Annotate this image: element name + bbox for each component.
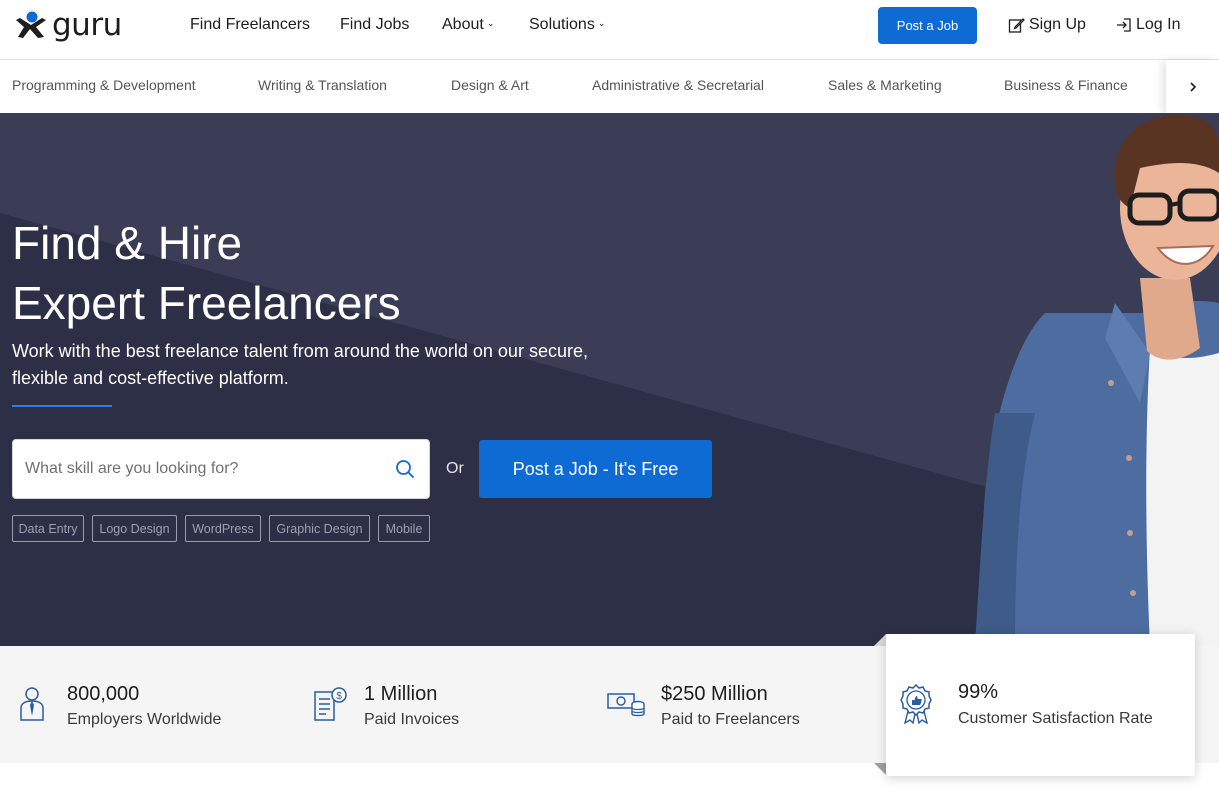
sign-up-label: Sign Up bbox=[1029, 16, 1086, 33]
skill-search-box bbox=[12, 439, 430, 499]
tag-data-entry[interactable]: Data Entry bbox=[12, 515, 84, 542]
post-job-free-button[interactable]: Post a Job - It's Free bbox=[479, 440, 712, 498]
top-navigation: guru Find Freelancers Find Jobs About ⌄ … bbox=[0, 0, 1219, 60]
stat-value: 800,000 bbox=[67, 683, 140, 705]
stat-value: $250 Million bbox=[661, 683, 768, 705]
category-next-button[interactable] bbox=[1166, 60, 1219, 113]
category-sales-marketing[interactable]: Sales & Marketing bbox=[828, 77, 942, 93]
category-programming-development[interactable]: Programming & Development bbox=[12, 77, 196, 93]
guru-logo[interactable]: guru bbox=[12, 9, 122, 41]
stat-satisfaction-card: 99% Customer Satisfaction Rate bbox=[886, 634, 1195, 776]
tag-mobile[interactable]: Mobile bbox=[378, 515, 430, 542]
chevron-down-icon: ⌄ bbox=[597, 18, 606, 28]
tag-logo-design[interactable]: Logo Design bbox=[92, 515, 177, 542]
svg-text:$: $ bbox=[336, 691, 342, 702]
search-icon[interactable] bbox=[395, 459, 415, 479]
category-writing-translation[interactable]: Writing & Translation bbox=[258, 77, 387, 93]
category-business-finance[interactable]: Business & Finance bbox=[1004, 77, 1128, 93]
stat-label: Paid to Freelancers bbox=[661, 711, 800, 728]
card-corner-decoration bbox=[874, 763, 886, 775]
sign-up-link[interactable]: Sign Up bbox=[1008, 16, 1086, 34]
card-corner-decoration bbox=[874, 634, 886, 646]
nav-link-label: Find Jobs bbox=[340, 16, 410, 33]
award-badge-icon bbox=[900, 684, 932, 724]
category-administrative-secretarial[interactable]: Administrative & Secretarial bbox=[592, 77, 764, 93]
or-label: Or bbox=[446, 460, 464, 477]
hero-person-image bbox=[975, 114, 1219, 646]
nav-link-label: Find Freelancers bbox=[190, 16, 311, 33]
employer-icon bbox=[20, 687, 44, 721]
chevron-right-icon bbox=[1189, 81, 1196, 92]
nav-about[interactable]: About ⌄ bbox=[442, 16, 494, 34]
hero-title-line2: Expert Freelancers bbox=[12, 277, 401, 329]
nav-link-label: About bbox=[442, 16, 484, 33]
logo-text: guru bbox=[52, 7, 122, 43]
chevron-down-icon: ⌄ bbox=[486, 18, 495, 28]
stat-value: 1 Million bbox=[364, 683, 438, 705]
hero-subtitle-line2: flexible and cost-effective platform. bbox=[12, 368, 289, 388]
hero-subtitle-line1: Work with the best freelance talent from… bbox=[12, 341, 588, 361]
edit-icon bbox=[1008, 17, 1025, 33]
stat-invoices: $ 1 Million Paid Invoices bbox=[300, 646, 600, 763]
login-icon bbox=[1117, 18, 1131, 32]
tag-wordpress[interactable]: WordPress bbox=[185, 515, 261, 542]
money-icon bbox=[607, 693, 645, 717]
hero-section: Find & Hire Expert Freelancers Work with… bbox=[0, 113, 1219, 646]
log-in-link[interactable]: Log In bbox=[1116, 16, 1180, 34]
stat-label: Paid Invoices bbox=[364, 711, 460, 728]
guru-logo-icon bbox=[16, 11, 46, 38]
stat-paid-freelancers: $250 Million Paid to Freelancers bbox=[600, 646, 880, 763]
stat-label: Customer Satisfaction Rate bbox=[958, 710, 1153, 727]
hero-title: Find & Hire Expert Freelancers bbox=[12, 213, 401, 333]
hero-subtitle: Work with the best freelance talent from… bbox=[12, 338, 632, 392]
post-job-button[interactable]: Post a Job bbox=[878, 7, 977, 44]
stat-label: Employers Worldwide bbox=[67, 711, 222, 728]
invoice-icon: $ bbox=[314, 687, 347, 721]
log-in-label: Log In bbox=[1136, 16, 1181, 33]
stat-employers: 800,000 Employers Worldwide bbox=[0, 646, 300, 763]
skill-search-input[interactable] bbox=[25, 440, 385, 498]
category-design-art[interactable]: Design & Art bbox=[451, 77, 529, 93]
nav-link-label: Solutions bbox=[529, 16, 595, 33]
hero-divider bbox=[12, 405, 112, 407]
hero-title-line1: Find & Hire bbox=[12, 217, 243, 269]
nav-find-jobs[interactable]: Find Jobs bbox=[340, 16, 409, 34]
nav-find-freelancers[interactable]: Find Freelancers bbox=[190, 16, 310, 34]
category-bar: Programming & Development Writing & Tran… bbox=[0, 60, 1219, 113]
stat-value: 99% bbox=[958, 681, 999, 703]
tag-graphic-design[interactable]: Graphic Design bbox=[269, 515, 370, 542]
nav-solutions[interactable]: Solutions ⌄ bbox=[529, 16, 605, 34]
